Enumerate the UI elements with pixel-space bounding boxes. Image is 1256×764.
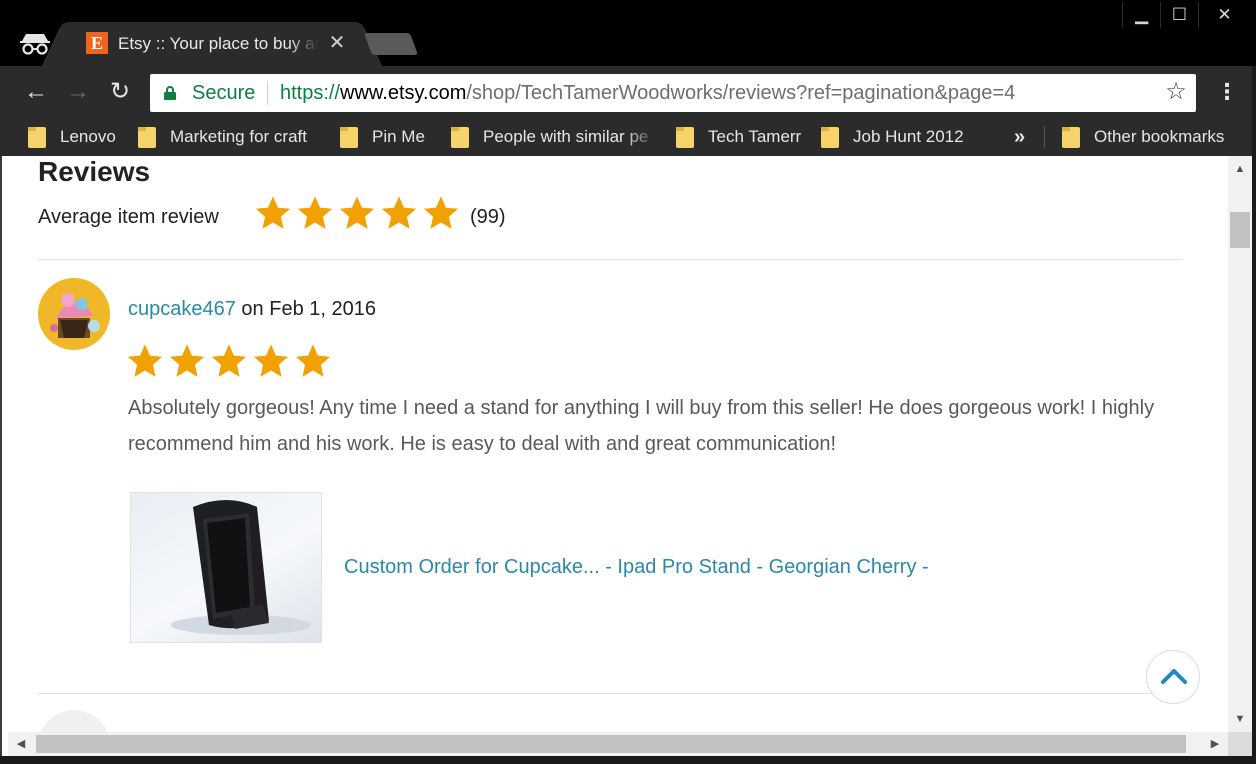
- browser-titlebar: E Etsy :: Your place to buy and sell all…: [0, 0, 1256, 66]
- review-count: (99): [470, 206, 506, 228]
- new-tab-button[interactable]: [363, 33, 419, 55]
- star-icon: [211, 344, 247, 377]
- bookmark-label: Other bookmarks: [1094, 127, 1225, 146]
- bookmarks-bar: Lenovo Marketing for craft Pin Me People…: [0, 118, 1256, 156]
- bookmark-label: Job Hunt 2012: [853, 127, 964, 146]
- average-review-label: Average item review: [38, 206, 219, 228]
- folder-icon: [28, 126, 46, 148]
- star-icon: [255, 196, 291, 229]
- folder-icon: [676, 126, 694, 148]
- url-text[interactable]: https://www.etsy.com/shop/TechTamerWoodw…: [280, 82, 1015, 104]
- tab-etsy[interactable]: E Etsy :: Your place to buy and sell all…: [64, 22, 360, 66]
- scroll-down-icon[interactable]: ▼: [1228, 710, 1252, 728]
- address-bar[interactable]: Secure https://www.etsy.com/shop/TechTam…: [150, 74, 1196, 112]
- bookmark-pin-me[interactable]: Pin Me: [340, 124, 425, 150]
- horizontal-scroll-thumb[interactable]: [36, 735, 1186, 753]
- folder-icon: [138, 126, 156, 148]
- tab-close-icon[interactable]: ✕: [326, 32, 348, 54]
- scroll-left-icon[interactable]: ◀: [10, 732, 32, 756]
- star-icon: [127, 344, 163, 377]
- vertical-scroll-thumb[interactable]: [1230, 212, 1250, 248]
- folder-icon: [1062, 126, 1080, 148]
- url-scheme: https://: [280, 82, 341, 104]
- horizontal-scrollbar[interactable]: ◀ ▶: [8, 732, 1228, 756]
- bookmark-label: Pin Me: [372, 127, 425, 146]
- tab-title: Etsy :: Your place to buy and sell all t…: [118, 34, 318, 53]
- reviews-heading: Reviews: [38, 156, 151, 187]
- folder-icon: [340, 126, 358, 148]
- back-button[interactable]: ←: [22, 78, 50, 106]
- star-icon: [381, 196, 417, 229]
- bookmark-tech-tamerr[interactable]: Tech Tamerr: [676, 124, 801, 150]
- ipad-stand-image: [171, 500, 311, 635]
- scroll-up-icon[interactable]: ▲: [1228, 160, 1252, 178]
- review-rating-stars: [126, 342, 336, 380]
- window-left-edge: [0, 156, 8, 756]
- folder-icon: [821, 126, 839, 148]
- scrollbar-corner: [1228, 732, 1252, 756]
- reviewer-line: cupcake467 on Feb 1, 2016: [128, 298, 376, 321]
- star-icon: [169, 344, 205, 377]
- review-divider: [38, 693, 1182, 694]
- cupcake-avatar-icon: [38, 278, 110, 350]
- star-icon: [423, 196, 459, 229]
- bookmark-label: People with similar pe: [483, 127, 649, 146]
- folder-icon: [451, 126, 469, 148]
- page-viewport: Reviews Average item review (99) cupcake…: [8, 156, 1228, 732]
- bookmark-label: Lenovo: [60, 127, 116, 146]
- bookmark-people[interactable]: People with similar pe: [451, 124, 659, 150]
- bookmark-label: Marketing for craft: [170, 127, 307, 146]
- listing-title-link[interactable]: Custom Order for Cupcake... - Ipad Pro S…: [344, 556, 929, 579]
- chevron-up-icon: [1161, 669, 1187, 684]
- bookmark-other[interactable]: Other bookmarks: [1062, 124, 1224, 150]
- star-icon: [339, 196, 375, 229]
- bookmark-star-icon[interactable]: ☆: [1164, 80, 1188, 104]
- close-window-button[interactable]: ✕: [1198, 2, 1250, 28]
- reviewer-avatar[interactable]: [38, 278, 110, 350]
- minimize-button[interactable]: ▁: [1122, 2, 1160, 28]
- average-rating-stars: [254, 194, 464, 232]
- chrome-menu-icon[interactable]: ⋮: [1216, 78, 1238, 106]
- lock-icon: [164, 86, 176, 100]
- star-icon: [297, 196, 333, 229]
- section-divider: [38, 259, 1182, 260]
- listing-thumbnail[interactable]: [130, 492, 322, 643]
- star-icon: [295, 344, 331, 377]
- scroll-right-icon[interactable]: ▶: [1204, 732, 1226, 756]
- bookmark-job-hunt[interactable]: Job Hunt 2012: [821, 124, 964, 150]
- scroll-to-top-button[interactable]: [1146, 650, 1200, 704]
- bookmarks-divider: [1044, 126, 1045, 148]
- window-controls: ▁ ☐ ✕: [1122, 2, 1250, 28]
- vertical-scrollbar[interactable]: ▲ ▼: [1228, 156, 1252, 732]
- omnibox-divider: [267, 81, 268, 105]
- bookmark-lenovo[interactable]: Lenovo: [28, 124, 116, 150]
- secure-label: Secure: [192, 82, 256, 104]
- next-reviewer-avatar[interactable]: [38, 710, 110, 732]
- url-host: www.etsy.com: [340, 82, 467, 104]
- etsy-favicon-icon: E: [86, 32, 108, 54]
- window-bottom-edge: [0, 756, 1256, 764]
- browser-toolbar: ← → ↻ Secure https://www.etsy.com/shop/T…: [0, 66, 1256, 118]
- bookmark-marketing[interactable]: Marketing for craft: [138, 124, 307, 150]
- reviewer-username-link[interactable]: cupcake467: [128, 298, 236, 320]
- forward-button[interactable]: →: [64, 78, 92, 106]
- window-right-edge: [1252, 66, 1256, 764]
- reload-button[interactable]: ↻: [106, 78, 134, 106]
- review-date: on Feb 1, 2016: [235, 298, 376, 320]
- url-path: /shop/TechTamerWoodworks/reviews?ref=pag…: [466, 82, 1016, 104]
- bookmark-label: Tech Tamerr: [708, 127, 802, 146]
- star-icon: [253, 344, 289, 377]
- maximize-button[interactable]: ☐: [1160, 2, 1198, 28]
- review-text: Absolutely gorgeous! Any time I need a s…: [128, 397, 1155, 455]
- more-bookmarks-chevron-icon[interactable]: »: [1014, 126, 1025, 149]
